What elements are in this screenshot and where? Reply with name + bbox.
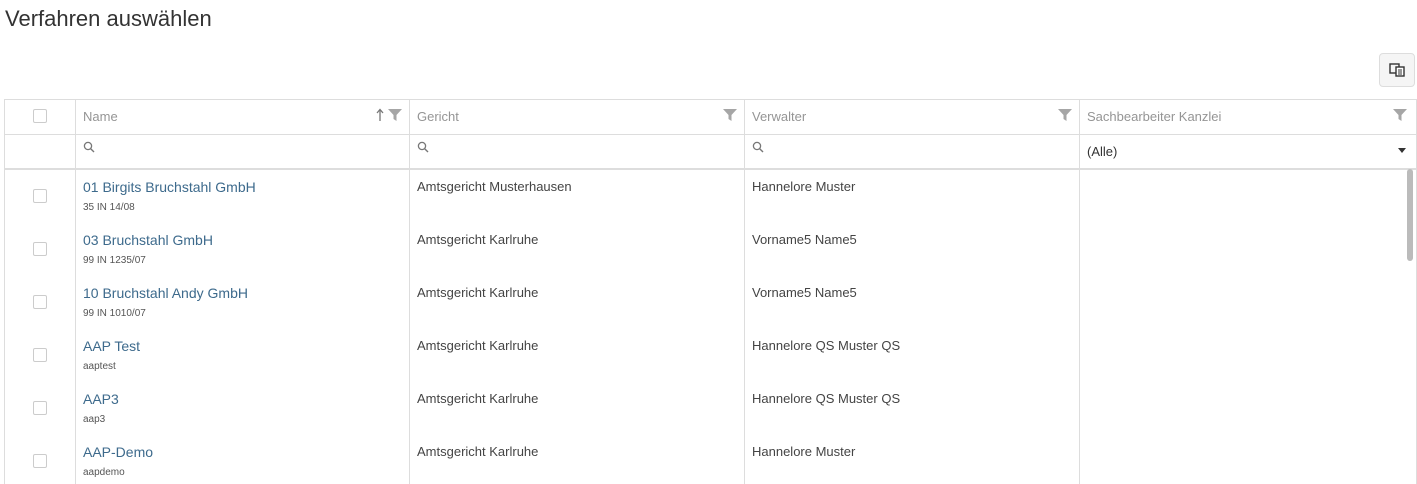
- grid-filter-row: (Alle): [5, 134, 1416, 170]
- table-row[interactable]: 03 Bruchstahl GmbH 99 IN 1235/07 Amtsger…: [5, 223, 1416, 276]
- sort-ascending-icon[interactable]: [376, 108, 384, 122]
- header-gericht-label: Gericht: [417, 109, 459, 124]
- verwalter-cell: Hannelore QS Muster QS: [752, 391, 901, 406]
- table-row[interactable]: 10 Bruchstahl Andy GmbH 99 IN 1010/07 Am…: [5, 276, 1416, 329]
- verwalter-search-input[interactable]: [769, 138, 1075, 164]
- table-row[interactable]: 01 Birgits Bruchstahl GmbH 35 IN 14/08 A…: [5, 170, 1416, 223]
- page-title: Verfahren auswählen: [5, 6, 212, 31]
- verfahren-name-link[interactable]: 10 Bruchstahl Andy GmbH: [83, 285, 248, 301]
- filter-gericht-cell: [410, 134, 745, 168]
- search-icon: [83, 141, 95, 153]
- row-checkbox[interactable]: [33, 295, 47, 309]
- aktenzeichen: 99 IN 1010/07: [83, 308, 146, 319]
- name-filter-icon[interactable]: [388, 109, 402, 122]
- gericht-cell: Amtsgericht Musterhausen: [417, 179, 572, 194]
- vertical-scrollbar[interactable]: [1407, 169, 1413, 261]
- verwalter-cell: Vorname5 Name5: [752, 232, 857, 247]
- verwalter-cell: Hannelore Muster: [752, 179, 856, 194]
- gericht-cell: Amtsgericht Karlruhe: [417, 232, 539, 247]
- verwalter-filter-icon[interactable]: [1058, 109, 1072, 122]
- gericht-search-input[interactable]: [434, 138, 740, 164]
- select-all-checkbox[interactable]: [33, 109, 47, 123]
- gericht-cell: Amtsgericht Karlruhe: [417, 444, 539, 459]
- verwalter-cell: Hannelore QS Muster QS: [752, 338, 901, 353]
- header-select-cell: [5, 100, 76, 134]
- header-name-label: Name: [83, 109, 118, 124]
- search-icon: [752, 141, 764, 153]
- search-icon: [417, 141, 429, 153]
- aktenzeichen: 99 IN 1235/07: [83, 255, 146, 266]
- verfahren-name-link[interactable]: 03 Bruchstahl GmbH: [83, 232, 213, 248]
- header-verwalter-label: Verwalter: [752, 109, 807, 124]
- header-gericht[interactable]: Gericht: [410, 100, 745, 134]
- column-chooser-icon: [1389, 63, 1405, 77]
- filter-name-cell: [76, 134, 410, 168]
- verfahren-name-link[interactable]: AAP Test: [83, 338, 140, 354]
- row-checkbox[interactable]: [33, 401, 47, 415]
- header-sachbearbeiter[interactable]: Sachbearbeiter Kanzlei: [1080, 100, 1416, 134]
- sachbearbeiter-filter-icon[interactable]: [1393, 109, 1407, 122]
- table-row[interactable]: AAP Test aaptest Amtsgericht Karlruhe Ha…: [5, 329, 1416, 382]
- aktenzeichen: aapdemo: [83, 467, 125, 478]
- gericht-filter-icon[interactable]: [723, 109, 737, 122]
- row-checkbox[interactable]: [33, 189, 47, 203]
- grid-header-row: Name Gericht Verwalter Sachbearbeiter Ka…: [5, 100, 1416, 135]
- verfahren-name-link[interactable]: AAP-Demo: [83, 444, 153, 460]
- sachbearbeiter-select[interactable]: (Alle): [1080, 134, 1416, 168]
- gericht-cell: Amtsgericht Karlruhe: [417, 391, 539, 406]
- chevron-down-icon: [1398, 148, 1406, 153]
- header-verwalter[interactable]: Verwalter: [745, 100, 1080, 134]
- sachbearbeiter-select-value: (Alle): [1087, 144, 1118, 159]
- verfahren-name-link[interactable]: 01 Birgits Bruchstahl GmbH: [83, 179, 256, 195]
- gericht-cell: Amtsgericht Karlruhe: [417, 338, 539, 353]
- filter-verwalter-cell: [745, 134, 1080, 168]
- table-row[interactable]: AAP-Demo aapdemo Amtsgericht Karlruhe Ha…: [5, 435, 1416, 484]
- data-grid: Name Gericht Verwalter Sachbearbeiter Ka…: [4, 99, 1417, 484]
- row-checkbox[interactable]: [33, 454, 47, 468]
- filter-select-cell: [5, 134, 76, 168]
- verwalter-cell: Hannelore Muster: [752, 444, 856, 459]
- row-checkbox[interactable]: [33, 242, 47, 256]
- gericht-cell: Amtsgericht Karlruhe: [417, 285, 539, 300]
- column-chooser-button[interactable]: [1379, 53, 1415, 87]
- name-search-input[interactable]: [100, 138, 405, 164]
- row-checkbox[interactable]: [33, 348, 47, 362]
- header-sachbearbeiter-label: Sachbearbeiter Kanzlei: [1087, 109, 1222, 124]
- aktenzeichen: aaptest: [83, 361, 116, 372]
- verwalter-cell: Vorname5 Name5: [752, 285, 857, 300]
- header-name[interactable]: Name: [76, 100, 410, 134]
- aktenzeichen: 35 IN 14/08: [83, 202, 135, 213]
- verfahren-name-link[interactable]: AAP3: [83, 391, 119, 407]
- table-row[interactable]: AAP3 aap3 Amtsgericht Karlruhe Hannelore…: [5, 382, 1416, 435]
- grid-body: 01 Birgits Bruchstahl GmbH 35 IN 14/08 A…: [5, 170, 1416, 484]
- aktenzeichen: aap3: [83, 414, 106, 425]
